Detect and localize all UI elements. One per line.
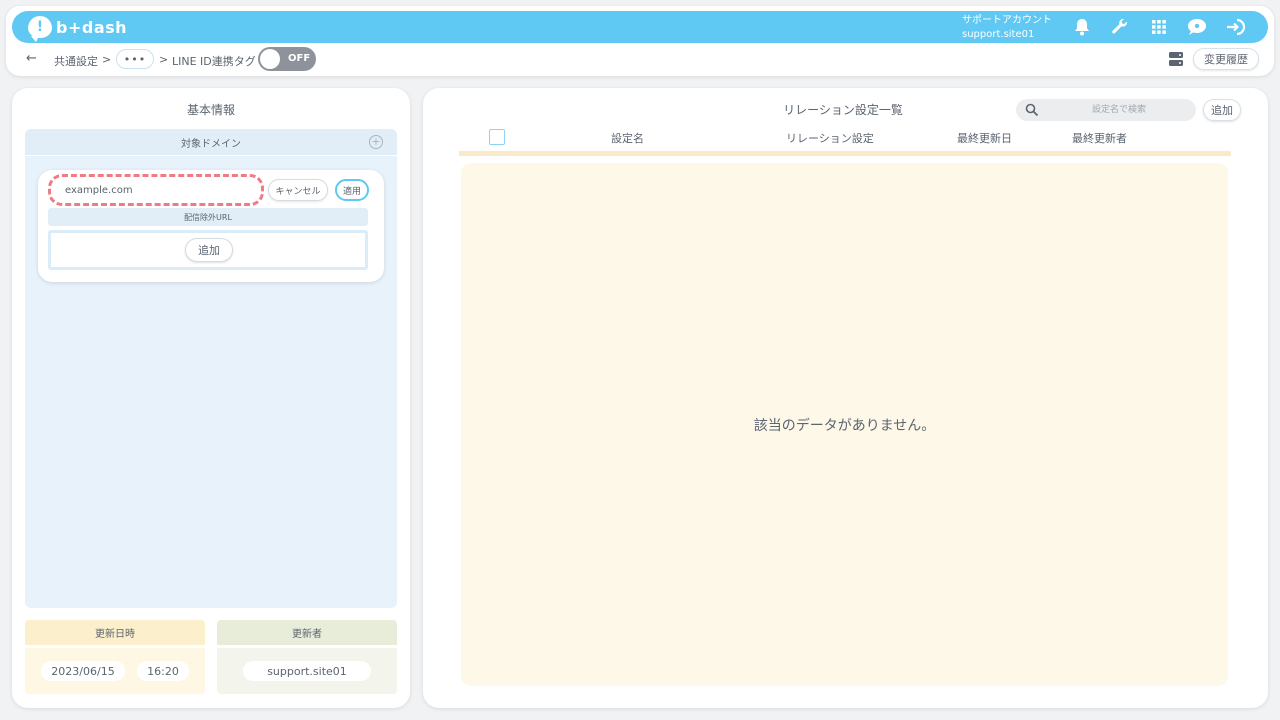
account-label: サポートアカウント [962,15,1052,26]
domain-edit-card: キャンセル 適用 配信除外URL 追加 [38,170,384,282]
chat-icon[interactable] [1187,17,1207,37]
search-icon [1025,103,1039,117]
column-last-updated-date[interactable]: 最終更新日 [957,130,1012,146]
updated-by-user: support.site01 [243,661,371,681]
account-info[interactable]: サポートアカウント support.site01 [962,14,1052,42]
change-history-button[interactable]: 変更履歴 [1193,48,1259,70]
cancel-button[interactable]: キャンセル [268,179,328,201]
server-icon[interactable] [1168,51,1184,67]
select-all-checkbox[interactable] [489,129,505,145]
account-name: support.site01 [962,29,1035,40]
bell-icon[interactable] [1072,17,1092,37]
logo[interactable]: ! b+dash [28,15,128,42]
header: ! b+dash サポートアカウント support.site01 ← 共通設定… [6,6,1274,76]
wrench-icon[interactable] [1110,17,1130,37]
column-last-updated-by[interactable]: 最終更新者 [1072,130,1127,146]
toggle-label: OFF [288,53,311,64]
add-relation-button[interactable]: 追加 [1203,99,1241,121]
empty-message: 該当のデータがありません。 [753,417,936,434]
updated-date: 2023/06/15 [41,661,125,681]
basic-info-panel: 基本情報 対象ドメイン + キャンセル 適用 配信除外URL 追加 更新日時 更… [12,88,410,708]
breadcrumb-common-settings[interactable]: 共通設定 [54,53,98,69]
breadcrumb-more-button[interactable]: ••• [116,49,154,69]
table-header-divider [459,151,1231,156]
add-domain-icon[interactable]: + [369,135,383,149]
back-arrow-icon[interactable]: ← [26,51,37,66]
search-input[interactable] [1046,99,1192,121]
logo-icon: ! [28,16,52,42]
grid-icon[interactable] [1149,17,1169,37]
domain-input[interactable] [48,174,264,206]
column-setting-name[interactable]: 設定名 [611,130,644,146]
target-domain-label: 対象ドメイン [181,138,241,150]
updated-at-header: 更新日時 [25,620,205,645]
toggle-knob [260,49,280,69]
breadcrumb-separator: > [159,53,169,66]
updated-by-body: support.site01 [217,648,397,694]
target-domain-header: 対象ドメイン + [25,129,397,155]
basic-info-title: 基本情報 [12,101,410,119]
logout-icon[interactable] [1226,17,1246,37]
exclude-url-box: 追加 [48,230,368,270]
table-empty-state: 該当のデータがありません。 [461,163,1228,686]
updated-at-body: 2023/06/15 16:20 [25,648,205,694]
breadcrumb-separator: > [102,53,112,66]
search-box [1016,99,1196,121]
logo-text: b+dash [56,17,128,37]
updated-by-header: 更新者 [217,620,397,645]
updated-time: 16:20 [137,661,189,681]
target-domain-list: キャンセル 適用 配信除外URL 追加 [25,156,397,608]
breadcrumb-current-page: LINE ID連携タグ [172,55,256,68]
column-relation-setting[interactable]: リレーション設定 [786,130,874,146]
breadcrumb: ← 共通設定 > ••• > LINE ID連携タグ OFF 変更履歴 [6,46,1274,74]
relation-list-panel: リレーション設定一覧 追加 設定名 リレーション設定 最終更新日 最終更新者 該… [423,88,1268,708]
relation-list-title-text: リレーション設定一覧 [779,101,907,119]
top-bar: ! b+dash サポートアカウント support.site01 [12,11,1268,43]
exclude-url-header: 配信除外URL [48,208,368,226]
basic-info-title-text: 基本情報 [182,101,240,119]
apply-button[interactable]: 適用 [335,179,369,201]
relation-list-title: リレーション設定一覧 [763,101,923,119]
add-exclude-url-button[interactable]: 追加 [185,238,233,262]
enable-toggle[interactable]: OFF [258,47,316,71]
